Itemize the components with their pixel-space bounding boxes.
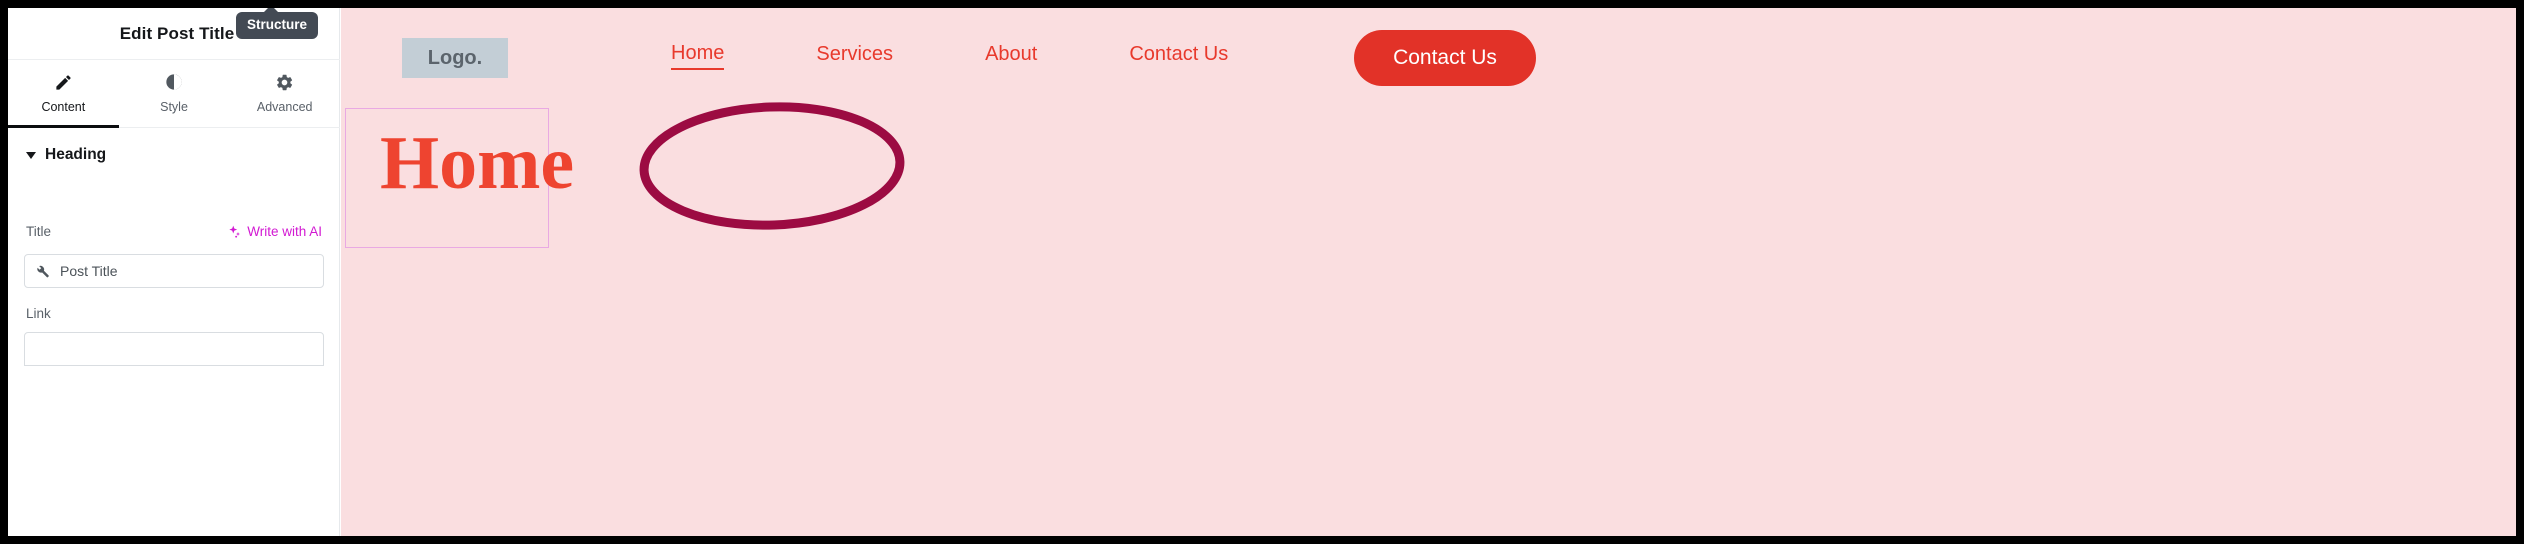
screenshot-frame: Edit Post Title Structure Content Style …	[0, 0, 2524, 544]
page-title: Edit Post Title	[119, 23, 235, 43]
nav-link-services[interactable]: Services	[816, 40, 893, 69]
tab-style-label: Style	[160, 100, 188, 114]
page-preview: Logo. Home Services About Contact Us Con…	[341, 8, 2516, 536]
tab-content-label: Content	[41, 100, 86, 114]
tab-style[interactable]: Style	[119, 60, 230, 127]
sparkle-icon	[227, 224, 242, 239]
site-logo[interactable]: Logo.	[402, 38, 508, 78]
write-with-ai-button[interactable]: Write with AI	[227, 224, 322, 239]
link-input[interactable]	[24, 332, 324, 366]
tab-content[interactable]: Content	[8, 60, 119, 128]
contrast-icon	[164, 71, 184, 93]
post-title-heading: Home	[380, 121, 575, 205]
panel-tabs: Content Style Advanced	[8, 60, 340, 128]
nav-links: Home Services About Contact Us	[671, 39, 1320, 70]
section-heading-label: Heading	[45, 146, 107, 163]
tooltip-notch	[263, 8, 279, 13]
wrench-icon[interactable]	[35, 264, 50, 279]
link-field-label: Link	[26, 306, 51, 321]
nav-link-about[interactable]: About	[985, 40, 1037, 69]
section-heading-toggle[interactable]: Heading	[8, 146, 340, 164]
title-input-value: Post Title	[60, 263, 118, 279]
gear-icon	[275, 71, 294, 93]
structure-tooltip[interactable]: Structure	[236, 8, 319, 39]
nav-link-home[interactable]: Home	[671, 39, 725, 70]
editor-canvas: Edit Post Title Structure Content Style …	[8, 8, 2516, 536]
structure-tooltip-label: Structure	[247, 17, 308, 32]
contact-us-button[interactable]: Contact Us	[1354, 30, 1536, 86]
title-field-row: Title Write with AI	[8, 224, 340, 239]
annotation-ellipse	[639, 102, 905, 230]
title-input[interactable]: Post Title	[24, 254, 324, 288]
write-with-ai-label: Write with AI	[247, 224, 322, 239]
title-field-label: Title	[26, 224, 52, 239]
site-logo-label: Logo.	[427, 46, 483, 69]
site-navbar: Logo. Home Services About Contact Us Con…	[341, 8, 2516, 108]
widget-settings-panel: Edit Post Title Structure Content Style …	[8, 8, 340, 536]
tab-advanced[interactable]: Advanced	[229, 60, 340, 127]
nav-link-contact-us[interactable]: Contact Us	[1129, 40, 1228, 69]
pencil-icon	[54, 71, 73, 93]
post-title-widget-outline[interactable]: Home	[345, 108, 574, 248]
caret-down-icon	[26, 151, 36, 159]
tab-advanced-label: Advanced	[256, 100, 313, 114]
